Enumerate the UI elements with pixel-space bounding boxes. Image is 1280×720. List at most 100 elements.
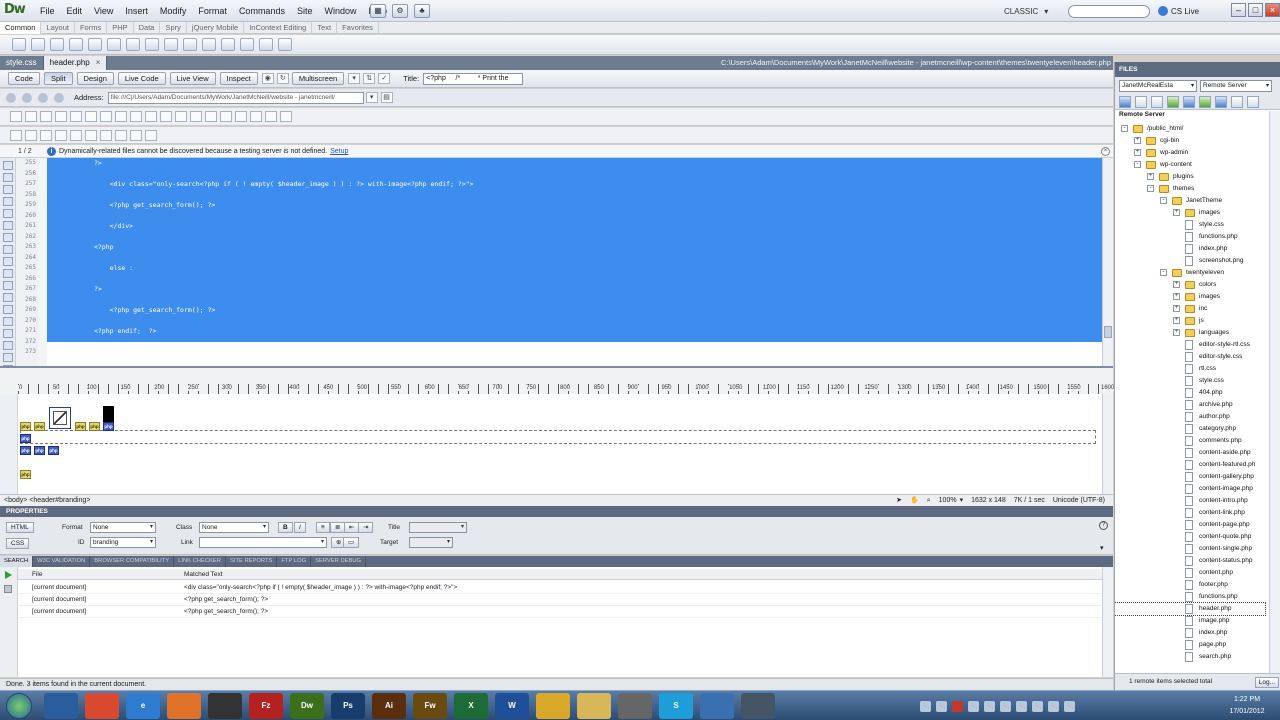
- unordered-list-icon[interactable]: ≡: [316, 522, 330, 533]
- list-item[interactable]: + images: [1115, 291, 1265, 303]
- insert-tab-spry[interactable]: Spry: [160, 21, 187, 34]
- menu-window[interactable]: Window: [318, 0, 362, 22]
- files-scrollbar[interactable]: [1269, 111, 1280, 673]
- maximize-icon[interactable]: □: [1248, 3, 1263, 17]
- expander-icon[interactable]: +: [1134, 149, 1141, 156]
- coding-tool-icon[interactable]: [3, 185, 13, 194]
- target-select[interactable]: [409, 537, 453, 548]
- php-code-icon[interactable]: php: [20, 434, 31, 443]
- coding-tool-icon[interactable]: [3, 209, 13, 218]
- list-item[interactable]: content-gallery.php: [1115, 471, 1265, 483]
- tray-icon[interactable]: [920, 700, 931, 712]
- itunes-icon[interactable]: [700, 693, 734, 719]
- code-line[interactable]: </div>: [47, 221, 1102, 232]
- italic-button[interactable]: I: [294, 522, 306, 533]
- script-icon[interactable]: [240, 38, 254, 51]
- tray-icon[interactable]: [968, 700, 979, 712]
- save-icon[interactable]: [40, 129, 52, 141]
- copy-icon[interactable]: [100, 129, 112, 141]
- list-item[interactable]: image.php: [1115, 615, 1265, 627]
- table-row[interactable]: [current document] <?php get_search_form(…: [18, 606, 1111, 618]
- templates-icon[interactable]: [259, 38, 273, 51]
- layout-icon[interactable]: ▦: [370, 4, 386, 18]
- cd-icon[interactable]: [618, 693, 652, 719]
- title-input[interactable]: <?php /* * Print the: [423, 72, 524, 85]
- cs-live-button[interactable]: CS Live: [1158, 4, 1199, 18]
- list-item[interactable]: footer.php: [1115, 579, 1265, 591]
- coding-tool-icon[interactable]: [3, 293, 13, 302]
- expander-icon[interactable]: -: [1134, 161, 1141, 168]
- tray-icon[interactable]: [1032, 700, 1043, 712]
- php-code-icon[interactable]: php: [48, 446, 59, 455]
- chrome-icon[interactable]: [85, 693, 119, 719]
- extend-icon[interactable]: ⚙: [392, 4, 408, 18]
- fireworks-icon[interactable]: Fw: [413, 693, 447, 719]
- tray-icon[interactable]: [936, 700, 947, 712]
- forward-icon[interactable]: [22, 92, 32, 103]
- list-item[interactable]: content-image.php: [1115, 483, 1265, 495]
- code-view[interactable]: 255 256 257 258 259 260 261 262 263 264 265 266 267 2…: [0, 158, 1113, 374]
- expand-icon[interactable]: [1247, 95, 1259, 108]
- id-select[interactable]: branding: [90, 537, 156, 548]
- list-item[interactable]: editor-style.css: [1115, 351, 1265, 363]
- comment-icon[interactable]: [202, 38, 216, 51]
- class-select[interactable]: None: [199, 522, 269, 533]
- design-view-button[interactable]: Design: [76, 72, 114, 85]
- list-item[interactable]: + cgi-bin: [1115, 135, 1265, 147]
- coding-tool-icon[interactable]: [3, 233, 13, 242]
- inspect-button[interactable]: Inspect: [219, 72, 258, 85]
- menu-file[interactable]: File: [34, 0, 61, 22]
- print-icon[interactable]: [70, 129, 82, 141]
- code-line[interactable]: <div class="only-search<?php if ( ! empt…: [47, 179, 1102, 190]
- list-item[interactable]: search.php: [1115, 651, 1265, 663]
- menu-format[interactable]: Format: [192, 0, 233, 22]
- expander-icon[interactable]: +: [1173, 293, 1180, 300]
- expander-icon[interactable]: -: [1147, 185, 1154, 192]
- list-item[interactable]: content-featured.ph: [1115, 459, 1265, 471]
- list-item[interactable]: author.php: [1115, 411, 1265, 423]
- view-icon[interactable]: [1151, 95, 1163, 108]
- help-icon[interactable]: ?: [1099, 521, 1108, 530]
- menu-commands[interactable]: Commands: [233, 0, 291, 22]
- code-line[interactable]: [47, 211, 1102, 222]
- indent-code-icon[interactable]: [250, 111, 262, 122]
- list-item[interactable]: + plugins: [1115, 171, 1265, 183]
- menu-edit[interactable]: Edit: [61, 0, 89, 22]
- list-item[interactable]: + inc: [1115, 303, 1265, 315]
- move-css-icon[interactable]: [235, 111, 247, 122]
- tab-header-php[interactable]: header.php ×: [43, 56, 108, 70]
- html-properties-button[interactable]: HTML: [6, 522, 34, 533]
- skype-icon[interactable]: S: [659, 693, 693, 719]
- log-button[interactable]: Log...: [1254, 677, 1279, 688]
- filezilla-icon[interactable]: Fz: [249, 693, 283, 719]
- list-item[interactable]: functions.php: [1115, 231, 1265, 243]
- open-file-icon[interactable]: [25, 129, 37, 141]
- media-icon[interactable]: [145, 38, 159, 51]
- insert-tab-favorites[interactable]: Favorites: [337, 21, 379, 34]
- wrap-tag-icon[interactable]: [205, 111, 217, 122]
- list-item[interactable]: style.css: [1115, 219, 1265, 231]
- results-tab-ftp-log[interactable]: FTP LOG: [277, 556, 312, 567]
- close-icon[interactable]: ×: [1101, 147, 1110, 156]
- expander-icon[interactable]: +: [1173, 317, 1180, 324]
- coding-tool-icon[interactable]: [3, 305, 13, 314]
- code-line[interactable]: [47, 316, 1102, 327]
- insert-tab-jquery-mobile[interactable]: jQuery Mobile: [187, 21, 245, 34]
- coding-tool-icon[interactable]: [3, 329, 13, 338]
- code-line[interactable]: ?>: [47, 284, 1102, 295]
- php-code-icon[interactable]: php: [20, 470, 31, 479]
- save-all-icon[interactable]: [55, 129, 67, 141]
- site-select[interactable]: JanetMcRealEsta: [1119, 79, 1197, 92]
- results-tab-browser-compatibility[interactable]: BROWSER COMPATIBILITY: [90, 556, 175, 567]
- tray-icon[interactable]: [1000, 700, 1011, 712]
- insert-tab-forms[interactable]: Forms: [75, 21, 108, 34]
- menu-insert[interactable]: Insert: [119, 0, 154, 22]
- list-item[interactable]: content-single.php: [1115, 543, 1265, 555]
- results-tab-site-reports[interactable]: SITE REPORTS: [226, 556, 278, 567]
- preview-icon[interactable]: ◉: [261, 73, 274, 84]
- back-icon[interactable]: [6, 92, 16, 103]
- php-code-icon[interactable]: php: [34, 446, 45, 455]
- design-scrollbar[interactable]: [1102, 394, 1113, 494]
- new-file-icon[interactable]: [10, 129, 22, 141]
- insert-tab-layout[interactable]: Layout: [41, 21, 75, 34]
